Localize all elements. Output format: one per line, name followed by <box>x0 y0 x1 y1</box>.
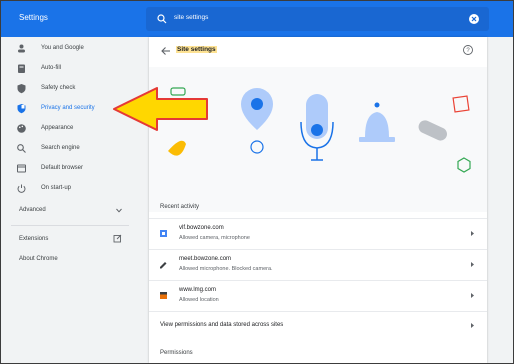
recent-site-row[interactable]: meet.bowzone.com Allowed microphone. Blo… <box>149 249 487 279</box>
page-title: Site settings <box>176 46 217 53</box>
view-permissions-label: View permissions and data stored across … <box>160 322 284 328</box>
site-name: meet.bowzone.com <box>179 256 232 262</box>
sidebar-item-auto-fill[interactable]: Auto-fill <box>1 59 136 79</box>
site-favicon-icon <box>160 262 167 269</box>
chevron-right-icon <box>471 293 474 298</box>
site-name: vlf.bowzone.com <box>179 225 224 231</box>
open-in-new-icon <box>113 234 122 243</box>
red-square-shape <box>452 95 470 113</box>
person-icon <box>18 44 25 53</box>
power-icon <box>17 184 26 193</box>
microphone-icon <box>300 94 334 161</box>
grey-pill-shape <box>418 120 447 141</box>
location-pin-icon <box>241 88 273 154</box>
back-arrow-icon[interactable] <box>160 45 172 57</box>
browser-icon <box>17 164 26 173</box>
sidebar-advanced-toggle[interactable]: Advanced <box>1 201 136 219</box>
privacy-shield-icon <box>17 104 26 114</box>
sidebar-item-label: You and Google <box>41 45 84 51</box>
chevron-right-icon <box>471 262 474 267</box>
site-permissions: Allowed camera, microphone <box>179 235 250 241</box>
search-input[interactable]: site settings <box>174 14 208 21</box>
help-icon[interactable]: ? <box>462 44 474 56</box>
recent-activity-heading: Recent activity <box>160 204 200 210</box>
svg-text:?: ? <box>466 48 470 54</box>
sidebar-item-extensions[interactable]: Extensions <box>1 231 136 249</box>
sidebar-item-label: Safety check <box>41 85 76 91</box>
browser-frame: Settings site settings You and Google Au… <box>0 0 514 364</box>
palette-icon <box>17 124 26 133</box>
about-chrome-label: About Chrome <box>19 256 58 262</box>
clipboard-icon <box>18 64 25 73</box>
search-icon <box>17 144 26 153</box>
sidebar-item-label: Privacy and security <box>41 105 95 111</box>
sidebar-item-label: Auto-fill <box>41 65 62 71</box>
sidebar-item-default-browser[interactable]: Default browser <box>1 159 136 179</box>
sidebar-item-search-engine[interactable]: Search engine <box>1 139 136 159</box>
sidebar-item-label: Appearance <box>41 125 74 131</box>
sidebar-item-label: Search engine <box>41 145 80 151</box>
green-hexagon-shape <box>457 157 471 173</box>
notification-bell-icon <box>359 102 395 142</box>
view-permissions-row[interactable]: View permissions and data stored across … <box>149 311 487 337</box>
site-name: www.lmg.com <box>179 287 217 293</box>
recent-site-row[interactable]: vlf.bowzone.com Allowed camera, micropho… <box>149 218 487 248</box>
site-favicon-icon <box>160 230 167 237</box>
annotation-arrow-icon <box>113 87 208 131</box>
permissions-heading: Permissions <box>160 350 193 356</box>
extensions-label: Extensions <box>19 236 49 242</box>
recent-site-row[interactable]: www.lmg.com Allowed location <box>149 280 487 310</box>
yellow-leaf-shape <box>168 140 186 156</box>
chevron-right-icon <box>471 231 474 236</box>
sidebar-item-label: On start-up <box>41 185 72 191</box>
settings-header: Settings site settings <box>1 1 513 37</box>
site-permissions: Allowed location <box>179 297 219 303</box>
search-box[interactable]: site settings <box>146 7 489 31</box>
advanced-label: Advanced <box>19 207 46 213</box>
app-title: Settings <box>19 13 48 22</box>
chevron-right-icon <box>471 323 474 328</box>
site-favicon-icon <box>160 292 167 299</box>
clear-search-icon[interactable] <box>468 13 480 25</box>
shield-icon <box>17 84 26 94</box>
sidebar-item-you-and-google[interactable]: You and Google <box>1 39 136 59</box>
sidebar-item-on-start-up[interactable]: On start-up <box>1 179 136 199</box>
sidebar-item-label: Default browser <box>41 165 84 171</box>
sidebar-divider <box>11 225 129 226</box>
sidebar-item-about-chrome[interactable]: About Chrome <box>1 251 136 269</box>
search-icon <box>157 14 167 24</box>
site-permissions: Allowed microphone. Blocked camera. <box>179 266 273 272</box>
chevron-down-icon <box>116 208 122 213</box>
